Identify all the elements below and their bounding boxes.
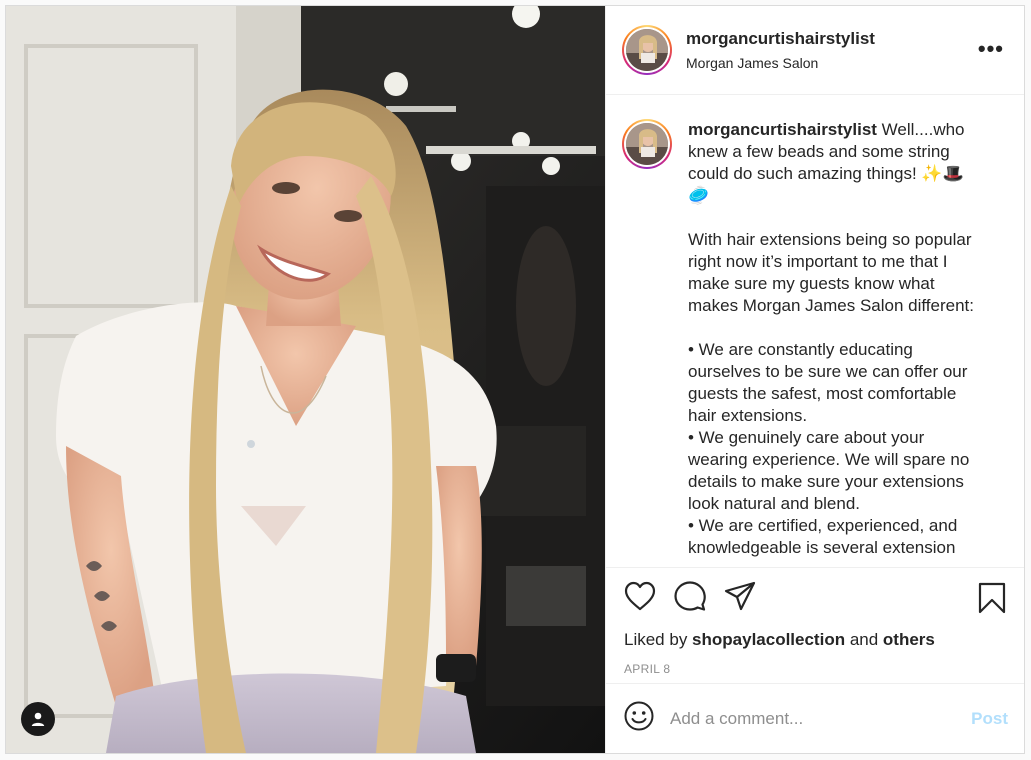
- post-date[interactable]: APRIL 8: [624, 662, 1008, 676]
- avatar-image: [626, 123, 668, 165]
- share-paper-plane-icon[interactable]: [724, 581, 756, 616]
- caption-body: Well....who knew a few beads and some st…: [688, 120, 974, 557]
- post-header: morgancurtishairstylist Morgan James Sal…: [606, 6, 1024, 95]
- like-heart-icon[interactable]: [624, 581, 656, 616]
- caption-section: morgancurtishairstylist Well....who knew…: [606, 95, 1024, 567]
- tagged-users-button[interactable]: [21, 702, 55, 736]
- photo-illustration: [6, 6, 605, 753]
- action-bar: Liked by shopaylacollection and others A…: [606, 567, 1024, 683]
- liked-by-user-link[interactable]: shopaylacollection: [692, 630, 845, 649]
- post-details-panel: morgancurtishairstylist Morgan James Sal…: [605, 6, 1024, 753]
- likes-others-link[interactable]: others: [883, 630, 935, 649]
- comment-input[interactable]: [670, 708, 972, 729]
- location-link[interactable]: Morgan James Salon: [686, 55, 875, 71]
- instagram-post: morgancurtishairstylist Morgan James Sal…: [5, 5, 1025, 754]
- likes-middle: and: [845, 630, 883, 649]
- caption-avatar[interactable]: [622, 119, 672, 169]
- caption-text: morgancurtishairstylist Well....who knew…: [688, 119, 984, 567]
- more-options-button[interactable]: •••: [978, 38, 1004, 60]
- likes-summary: Liked by shopaylacollection and others: [624, 630, 1008, 650]
- likes-prefix: Liked by: [624, 630, 693, 649]
- post-comment-button[interactable]: Post: [971, 709, 1008, 729]
- avatar[interactable]: [622, 25, 672, 75]
- avatar-image: [626, 29, 668, 71]
- caption-username[interactable]: morgancurtishairstylist: [688, 120, 877, 139]
- save-bookmark-icon[interactable]: [978, 582, 1006, 619]
- comment-bubble-icon[interactable]: [674, 580, 706, 617]
- person-icon: [31, 712, 45, 726]
- post-photo[interactable]: [6, 6, 605, 753]
- header-username[interactable]: morgancurtishairstylist: [686, 29, 875, 49]
- emoji-smiley-icon[interactable]: [624, 701, 654, 736]
- add-comment-bar: Post: [606, 683, 1024, 753]
